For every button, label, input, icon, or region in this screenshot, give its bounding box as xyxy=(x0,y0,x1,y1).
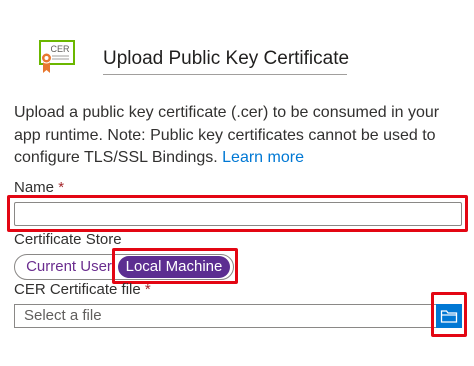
name-required-mark: * xyxy=(58,179,65,196)
certificate-icon: CER xyxy=(39,40,75,73)
cer-file-label-text: CER Certificate file xyxy=(14,281,141,298)
name-input-highlight xyxy=(7,195,468,232)
learn-more-link[interactable]: Learn more xyxy=(222,149,304,166)
name-label: Name * xyxy=(14,179,64,196)
cer-file-input[interactable]: Select a file xyxy=(14,304,436,328)
certificate-store-label: Certificate Store xyxy=(14,231,122,248)
local-machine-highlight xyxy=(112,248,238,284)
browse-button-highlight xyxy=(431,292,467,337)
page-title: Upload Public Key Certificate xyxy=(103,48,350,69)
cer-file-label: CER Certificate file * xyxy=(14,281,151,298)
certificate-icon-badge: CER xyxy=(50,44,70,54)
option-current-user[interactable]: Current User xyxy=(21,256,117,278)
cer-file-placeholder: Select a file xyxy=(24,307,102,324)
title-underline xyxy=(103,74,347,75)
name-label-text: Name xyxy=(14,179,55,196)
cer-file-required-mark: * xyxy=(144,281,151,298)
description: Upload a public key certificate (.cer) t… xyxy=(14,102,464,170)
